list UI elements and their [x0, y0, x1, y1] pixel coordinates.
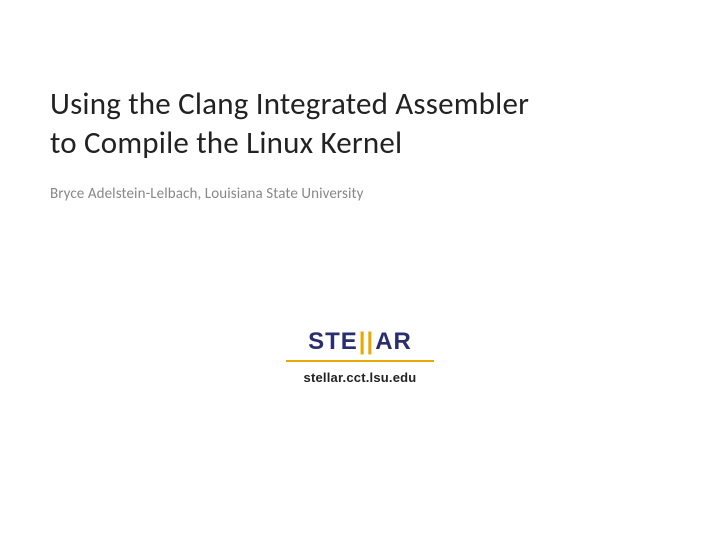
logo-text: STE||AR: [286, 328, 434, 356]
logo-part-ar: AR: [375, 328, 412, 356]
logo-underline: [286, 360, 434, 362]
logo-url: stellar.cct.lsu.edu: [286, 370, 434, 385]
title-line-2: to Compile the Linux Kernel: [50, 124, 402, 162]
logo-part-ste: STE: [308, 328, 358, 356]
slide-title: Using the Clang Integrated Assembler to …: [50, 85, 670, 163]
stellar-logo: STE||AR stellar.cct.lsu.edu: [286, 328, 434, 385]
slide-author: Bryce Adelstein-Lelbach, Louisiana State…: [50, 185, 670, 203]
logo-pipes: ||: [358, 328, 375, 356]
title-line-1: Using the Clang Integrated Assembler: [50, 85, 529, 123]
slide-container: Using the Clang Integrated Assembler to …: [0, 0, 720, 540]
